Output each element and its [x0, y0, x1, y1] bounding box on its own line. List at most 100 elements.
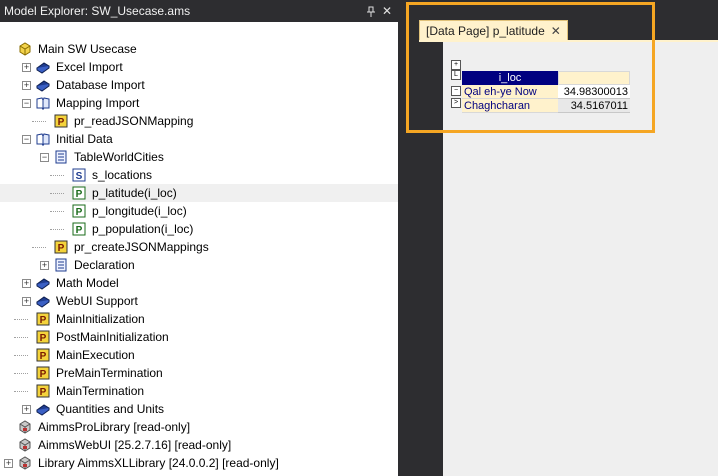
tree-item-label: p_population(i_loc) [92, 222, 194, 236]
tree-connector [14, 391, 28, 392]
row-value[interactable]: 34.98300013 [558, 85, 630, 99]
tree-item-label: AimmsProLibrary [read-only] [38, 420, 191, 434]
procedure-icon: P [54, 240, 68, 254]
svg-text:S: S [76, 171, 83, 182]
book-icon [36, 78, 50, 92]
tree-connector [14, 337, 28, 338]
tree-item-label: Excel Import [56, 60, 123, 74]
tree-item[interactable]: Ss_locations [0, 166, 398, 184]
svg-text:P: P [40, 369, 47, 380]
tree-item[interactable]: + WebUI Support [0, 292, 398, 310]
book-icon [36, 294, 50, 308]
expand-icon[interactable]: + [22, 405, 31, 414]
tree-item[interactable]: P MainExecution [0, 346, 398, 364]
tree-item-label: WebUI Support [56, 294, 138, 308]
collapse-row-button[interactable]: − [451, 86, 461, 96]
svg-text:P: P [76, 207, 83, 218]
tree-item-label: pr_readJSONMapping [74, 114, 194, 128]
row-name[interactable]: Qal eh-ye Now [462, 85, 558, 99]
tree-item[interactable]: + Declaration [0, 256, 398, 274]
tree-item[interactable]: AimmsWebUI [25.2.7.16] [read-only] [0, 436, 398, 454]
explorer-title-bar: Model Explorer: SW_Usecase.ams ✕ [0, 0, 398, 22]
tree-connector [50, 229, 64, 230]
tree-item-label: Math Model [56, 276, 119, 290]
tree-item[interactable]: − Initial Data [0, 130, 398, 148]
close-explorer-button[interactable]: ✕ [382, 0, 392, 22]
tree-item[interactable]: P PreMainTermination [0, 364, 398, 382]
tree-connector [50, 193, 64, 194]
tree-item[interactable]: + Math Model [0, 274, 398, 292]
tab-label: [Data Page] p_latitude [426, 24, 545, 38]
book-icon [36, 60, 50, 74]
procedure-icon: P [36, 348, 50, 362]
parameter-icon: P [72, 222, 86, 236]
tree-connector [14, 355, 28, 356]
tree-item-label: Declaration [74, 258, 135, 272]
tree-item[interactable]: Ppr_createJSONMappings [0, 238, 398, 256]
tree-item-label: MainTermination [56, 384, 145, 398]
tree-item-label: Initial Data [56, 132, 113, 146]
tree-item[interactable]: + Database Import [0, 76, 398, 94]
tree-item-label: PostMainInitialization [56, 330, 169, 344]
parameter-icon: P [72, 186, 86, 200]
tree-item-label: pr_createJSONMappings [74, 240, 209, 254]
tree-item[interactable]: P MainTermination [0, 382, 398, 400]
tree-item[interactable]: Main SW Usecase [0, 40, 398, 58]
expand-icon[interactable]: + [40, 261, 49, 270]
svg-text:P: P [58, 243, 65, 254]
tree-item-label: Main SW Usecase [38, 42, 137, 56]
tree-item[interactable]: Pp_longitude(i_loc) [0, 202, 398, 220]
expand-row-button[interactable]: > [451, 98, 461, 108]
svg-text:P: P [40, 315, 47, 326]
tree-item-label: Quantities and Units [56, 402, 165, 416]
tree-item[interactable]: P MainInitialization [0, 310, 398, 328]
row-name[interactable]: Chaghcharan [462, 99, 558, 113]
tree-connector [32, 247, 46, 248]
library-icon [18, 420, 32, 434]
explorer-title: Model Explorer: SW_Usecase.ams [4, 4, 191, 18]
tree-item-label: MainInitialization [56, 312, 145, 326]
collapse-icon[interactable]: − [40, 153, 49, 162]
pane-splitter[interactable] [398, 0, 405, 476]
procedure-icon: P [36, 384, 50, 398]
tree-item[interactable]: − Mapping Import [0, 94, 398, 112]
tree-item[interactable]: Pp_population(i_loc) [0, 220, 398, 238]
tab-data-page[interactable]: [Data Page] p_latitude ✕ [419, 20, 568, 41]
tree-connector [50, 211, 64, 212]
library-icon [18, 456, 32, 470]
tree-item-label: TableWorldCities [74, 150, 164, 164]
expand-icon[interactable]: + [22, 81, 31, 90]
tree-item-label: MainExecution [56, 348, 135, 362]
svg-text:P: P [76, 189, 83, 200]
model-explorer-panel: Model Explorer: SW_Usecase.ams ✕ Main SW… [0, 0, 398, 476]
tree-connector [14, 319, 28, 320]
tree-item[interactable]: − TableWorldCities [0, 148, 398, 166]
tab-close-button[interactable]: ✕ [551, 24, 561, 38]
expand-icon[interactable]: + [22, 279, 31, 288]
tree-connector [14, 373, 28, 374]
tree-item-label: s_locations [92, 168, 153, 182]
expand-icon[interactable]: + [22, 63, 31, 72]
svg-text:P: P [40, 387, 47, 398]
expand-icon[interactable]: + [22, 297, 31, 306]
tree-item[interactable]: Ppr_readJSONMapping [0, 112, 398, 130]
procedure-icon: P [54, 114, 68, 128]
open-book-icon [36, 132, 50, 147]
index-column-header[interactable]: i_loc [462, 71, 558, 85]
layout-button[interactable]: L [451, 70, 461, 80]
collapse-icon[interactable]: − [22, 99, 31, 108]
tree-item[interactable]: Pp_latitude(i_loc) [0, 184, 398, 202]
expand-icon[interactable]: + [4, 459, 13, 468]
tree-item[interactable]: + Quantities and Units [0, 400, 398, 418]
tree-item[interactable]: AimmsProLibrary [read-only] [0, 418, 398, 436]
procedure-icon: P [36, 366, 50, 380]
row-value[interactable]: 34.5167011 [558, 99, 630, 113]
tree-item[interactable]: P PostMainInitialization [0, 328, 398, 346]
collapse-icon[interactable]: − [22, 135, 31, 144]
pin-icon[interactable] [366, 0, 376, 22]
tree-item[interactable]: + Library AimmsXLLibrary [24.0.0.2] [read… [0, 454, 398, 472]
tree-item[interactable]: + Excel Import [0, 58, 398, 76]
tree-item-label: Database Import [56, 78, 145, 92]
tree-item-label: AimmsWebUI [25.2.7.16] [read-only] [38, 438, 232, 452]
expand-all-button[interactable]: + [451, 60, 461, 70]
